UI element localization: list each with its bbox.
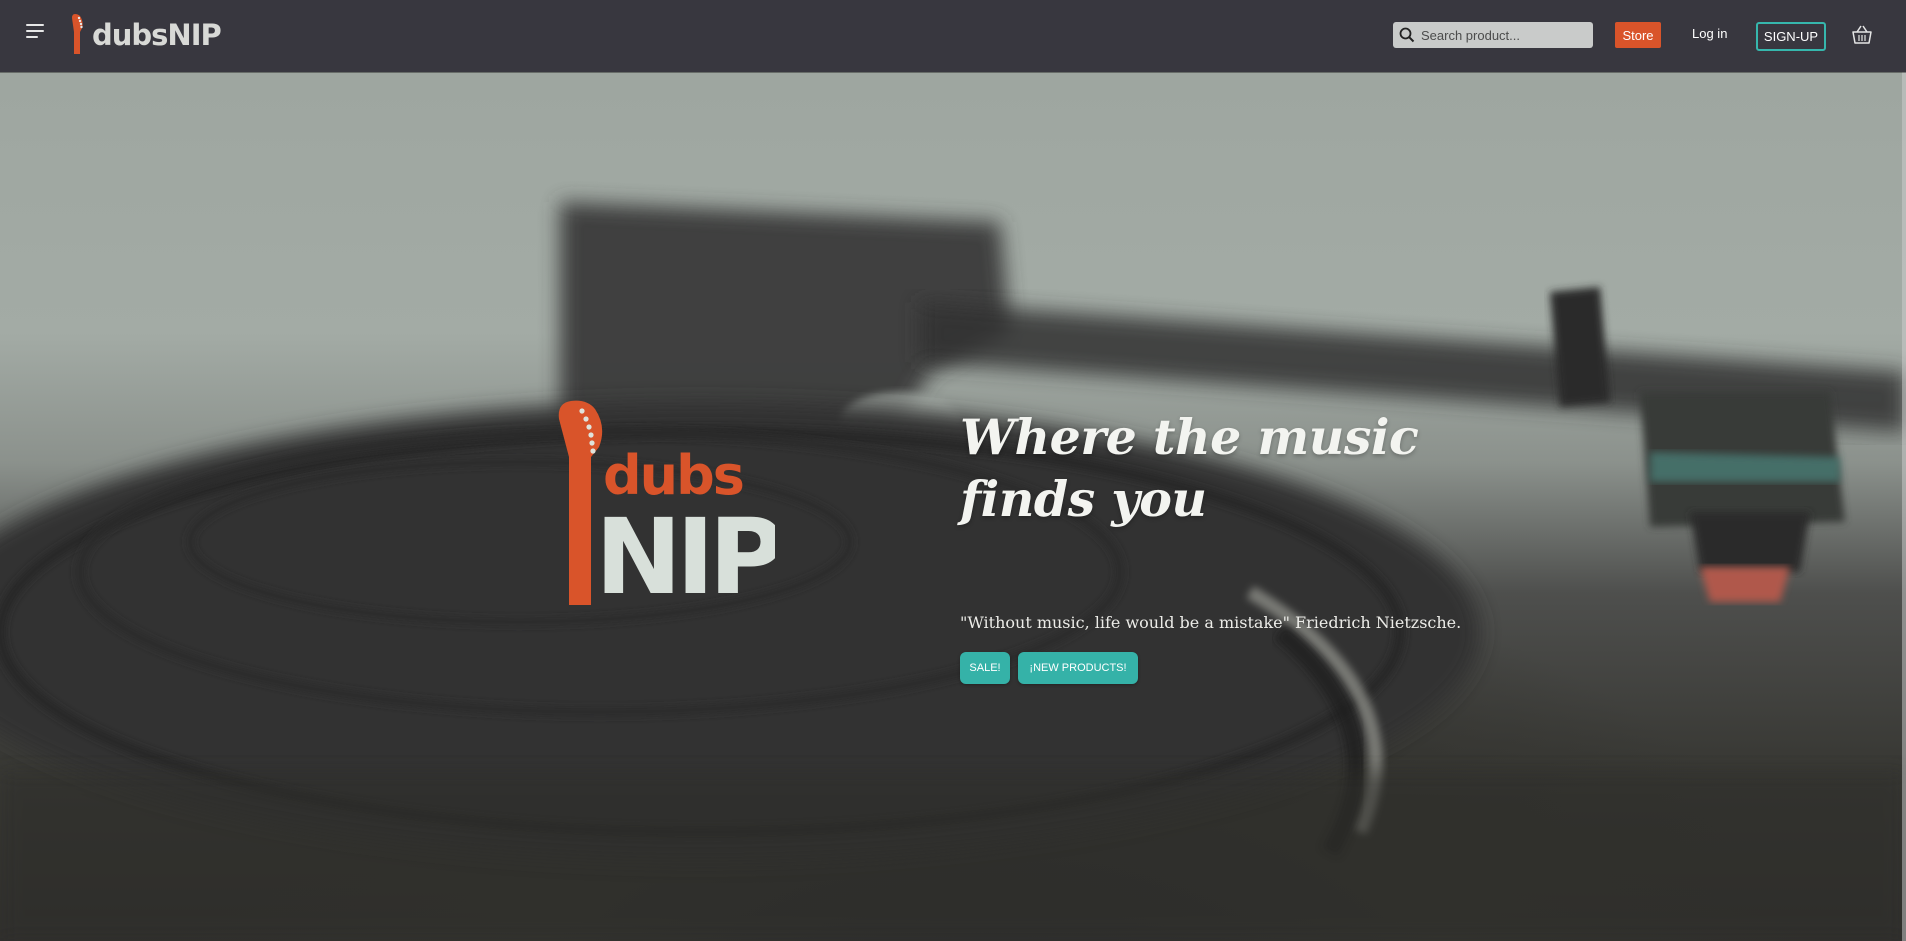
- hero-section: dubs NIP Where the music finds you "With…: [0, 72, 1906, 941]
- new-products-button[interactable]: ¡NEW PRODUCTS!: [1018, 652, 1138, 684]
- brand-logo[interactable]: dubsNIP: [68, 12, 222, 56]
- signup-button[interactable]: SIGN-UP: [1756, 22, 1826, 51]
- search-icon: [1399, 27, 1415, 43]
- basket-icon[interactable]: [1851, 24, 1873, 46]
- search-input[interactable]: [1393, 22, 1593, 48]
- sale-button[interactable]: SALE!: [960, 652, 1010, 684]
- scrollbar-edge: [1902, 72, 1906, 941]
- hero-logo-bottom-text: NIP: [595, 496, 775, 607]
- search-box: [1393, 22, 1593, 48]
- hero-background-turntable: [0, 202, 1906, 941]
- guitar-logo-icon: [72, 14, 83, 54]
- hero-title: Where the music finds you: [960, 408, 1419, 528]
- hero-brand-logo: dubs NIP: [558, 400, 775, 607]
- menu-icon[interactable]: [26, 24, 48, 46]
- top-navbar: dubsNIP Store Log in SIGN-UP: [0, 0, 1906, 72]
- store-button[interactable]: Store: [1615, 22, 1661, 48]
- brand-text: dubsNIP: [92, 18, 222, 52]
- hero-quote: "Without music, life would be a mistake"…: [960, 613, 1462, 632]
- login-link[interactable]: Log in: [1692, 26, 1727, 41]
